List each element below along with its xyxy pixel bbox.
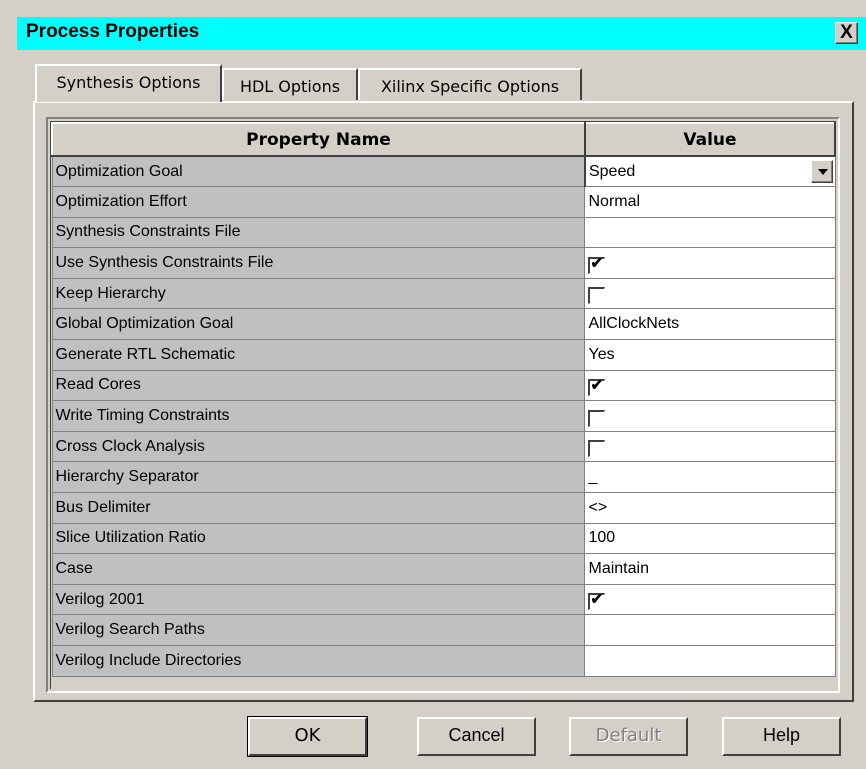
cancel-label: Cancel	[448, 725, 505, 745]
table-row[interactable]: Hierarchy Separator _	[51, 461, 836, 494]
property-name-cell: Cross Clock Analysis	[51, 430, 586, 463]
value-checkbox[interactable]	[588, 287, 606, 305]
value-text: AllClockNets	[588, 315, 680, 333]
close-icon: X	[840, 22, 853, 43]
property-value-cell[interactable]	[584, 216, 836, 249]
table-row[interactable]: Slice Utilization Ratio 100	[51, 522, 836, 555]
property-value-cell[interactable]	[584, 645, 836, 677]
property-value-cell[interactable]: ✔	[584, 247, 836, 279]
property-name-cell: Optimization Goal	[51, 155, 586, 188]
table-row[interactable]: Verilog Include Directories	[51, 645, 836, 677]
value-checkbox[interactable]	[588, 409, 606, 427]
property-name-cell: Optimization Effort	[51, 186, 586, 218]
property-value-cell[interactable]: ✔	[584, 583, 836, 616]
tab-label: Xilinx Specific Options	[380, 77, 560, 96]
tab-label: Synthesis Options	[56, 73, 201, 92]
table-row[interactable]: Optimization Goal Speed	[51, 155, 836, 188]
property-value-cell[interactable]	[584, 614, 836, 646]
chevron-down-icon[interactable]	[810, 160, 833, 183]
tab-xilinx-specific-options[interactable]: Xilinx Specific Options	[358, 68, 582, 100]
table-row[interactable]: Read Cores ✔	[51, 369, 836, 402]
checkmark-icon: ✔	[590, 376, 604, 394]
value-text: 100	[588, 529, 616, 547]
table-row[interactable]: Write Timing Constraints	[51, 400, 836, 432]
property-name-cell: Global Optimization Goal	[51, 308, 586, 341]
close-button[interactable]: X	[835, 22, 858, 44]
table-row[interactable]: Generate RTL Schematic Yes	[51, 339, 836, 371]
value-checkbox[interactable]	[588, 440, 606, 458]
table-row[interactable]: Cross Clock Analysis	[51, 430, 836, 463]
property-name-cell: Verilog Search Paths	[51, 614, 586, 646]
value-checkbox[interactable]: ✔	[588, 591, 606, 611]
table-row[interactable]: Case Maintain	[51, 553, 836, 585]
property-name-cell: Bus Delimiter	[51, 492, 586, 524]
property-name-cell: Read Cores	[51, 369, 586, 402]
default-button[interactable]: Default	[569, 717, 688, 756]
value-checkbox[interactable]: ✔	[588, 254, 606, 274]
property-value-cell[interactable]: AllClockNets	[584, 308, 836, 341]
property-name-cell: Case	[51, 553, 586, 585]
property-value-cell[interactable]: 100	[584, 522, 836, 555]
property-name-cell: Verilog 2001	[51, 583, 586, 616]
help-button[interactable]: Help	[722, 717, 841, 756]
value-text: Maintain	[588, 560, 649, 578]
property-value-cell[interactable]	[584, 400, 836, 432]
property-value-cell[interactable]: ✔	[584, 369, 836, 402]
ok-button[interactable]: OK	[247, 716, 368, 757]
property-name-header[interactable]: Property Name	[51, 122, 586, 157]
property-value-cell[interactable]: _	[584, 461, 836, 494]
property-value-cell[interactable]: <>	[584, 492, 836, 524]
property-value-cell[interactable]: Yes	[584, 339, 836, 371]
property-value-cell[interactable]: Maintain	[584, 553, 836, 585]
tab-hdl-options[interactable]: HDL Options	[222, 68, 358, 100]
property-name-cell: Use Synthesis Constraints File	[51, 247, 586, 279]
property-grid: Property Name Value Optimization Goal Spe…	[46, 117, 840, 693]
table-row[interactable]: Global Optimization Goal AllClockNets	[51, 308, 836, 341]
property-value-cell[interactable]	[584, 277, 836, 310]
title-bar[interactable]: Process Properties X	[17, 17, 866, 50]
table-row[interactable]: Verilog 2001 ✔	[51, 583, 836, 616]
value-select-text: Speed	[588, 162, 636, 180]
tab-panel: Property Name Value Optimization Goal Spe…	[33, 101, 854, 702]
default-label: Default	[595, 725, 662, 746]
property-name-cell: Hierarchy Separator	[51, 461, 586, 494]
value-text: <>	[588, 498, 608, 516]
property-name-cell: Keep Hierarchy	[51, 277, 586, 310]
cancel-button[interactable]: Cancel	[417, 717, 536, 756]
tab-label: HDL Options	[239, 77, 341, 96]
table-row[interactable]: Optimization Effort Normal	[51, 186, 836, 218]
ok-label: OK	[294, 725, 321, 746]
help-label: Help	[762, 725, 801, 745]
value-text: _	[588, 468, 598, 486]
property-name-cell: Write Timing Constraints	[51, 400, 586, 432]
value-dropdown[interactable]: Speed	[583, 155, 836, 188]
property-value-cell[interactable]	[584, 430, 836, 463]
process-properties-dialog: Process Properties X Synthesis Options H…	[0, 0, 866, 769]
table-row[interactable]: Synthesis Constraints File	[51, 216, 836, 249]
dialog-title: Process Properties	[26, 21, 200, 42]
tab-synthesis-options[interactable]: Synthesis Options	[35, 64, 222, 102]
checkmark-icon: ✔	[590, 591, 604, 609]
value-header[interactable]: Value	[583, 122, 837, 157]
checkmark-icon: ✔	[590, 254, 604, 272]
table-row[interactable]: Verilog Search Paths	[51, 614, 836, 646]
property-name-cell: Slice Utilization Ratio	[51, 522, 586, 555]
property-value-cell[interactable]: Normal	[584, 186, 836, 218]
property-name-cell: Verilog Include Directories	[51, 645, 586, 677]
table-row[interactable]: Keep Hierarchy	[51, 277, 836, 310]
value-text: Yes	[588, 345, 615, 363]
table-row[interactable]: Bus Delimiter <>	[51, 492, 836, 524]
property-name-cell: Synthesis Constraints File	[51, 216, 586, 249]
property-table: Property Name Value Optimization Goal Spe…	[51, 122, 837, 677]
value-text: Normal	[588, 192, 641, 210]
value-checkbox[interactable]: ✔	[588, 376, 606, 396]
property-name-cell: Generate RTL Schematic	[51, 339, 586, 371]
table-row[interactable]: Use Synthesis Constraints File ✔	[51, 247, 836, 279]
